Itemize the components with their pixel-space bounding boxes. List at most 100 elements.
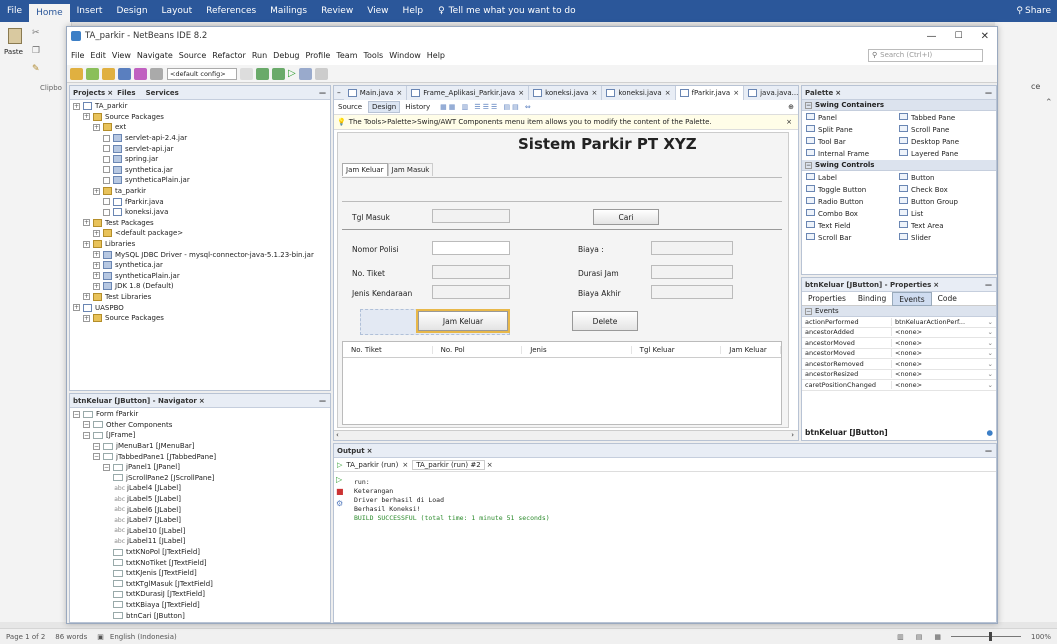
menu-team[interactable]: Team bbox=[336, 51, 357, 60]
close-tab-icon[interactable]: × bbox=[591, 89, 597, 97]
palette-item[interactable]: Text Field bbox=[806, 221, 899, 230]
chevron-down-icon[interactable] bbox=[240, 67, 253, 80]
ribbon-tab-design[interactable]: Design bbox=[109, 6, 154, 16]
palette-item[interactable]: Button bbox=[899, 173, 992, 182]
tree-item[interactable]: + syntheticaPlain.jar bbox=[72, 271, 328, 282]
cari-button[interactable]: Cari bbox=[593, 209, 659, 225]
debug-icon[interactable] bbox=[298, 67, 312, 80]
event-row[interactable]: ancestorRemoved <none> ⌄ bbox=[802, 359, 996, 370]
tree-item[interactable]: + Test Packages bbox=[72, 218, 328, 229]
menu-tools[interactable]: Tools bbox=[364, 51, 384, 60]
tree-item[interactable]: + MySQL JDBC Driver - mysql-connector-jav… bbox=[72, 249, 328, 260]
event-handler[interactable]: <none> bbox=[892, 370, 985, 378]
menu-profile[interactable]: Profile bbox=[305, 51, 330, 60]
editor-tab[interactable]: java.java... bbox=[744, 86, 798, 100]
expand-toggle-icon[interactable]: − bbox=[93, 453, 100, 461]
menu-refactor[interactable]: Refactor bbox=[212, 51, 246, 60]
table-column-header[interactable]: Jenis bbox=[522, 345, 632, 354]
chevron-down-icon[interactable]: ⌄ bbox=[985, 318, 996, 326]
palette-item[interactable]: Scroll Pane bbox=[899, 125, 992, 134]
event-handler[interactable]: <none> bbox=[892, 349, 985, 357]
menu-view[interactable]: View bbox=[112, 51, 131, 60]
expand-toggle-icon[interactable]: + bbox=[73, 304, 80, 312]
tree-item[interactable]: + ta_parkir bbox=[72, 186, 328, 197]
ribbon-tab-help[interactable]: Help bbox=[396, 6, 431, 16]
tab-jam-keluar[interactable]: Jam Keluar bbox=[342, 163, 388, 176]
table-column-header[interactable]: No. Pol bbox=[433, 345, 523, 354]
print-layout-icon[interactable]: ▤ bbox=[916, 633, 923, 641]
jam-keluar-button[interactable]: Jam Keluar bbox=[416, 309, 510, 333]
navigator-item[interactable]: txtKNoTiket [JTextField] bbox=[72, 557, 328, 568]
expand-toggle-icon[interactable]: + bbox=[83, 113, 90, 121]
palette-item[interactable]: Combo Box bbox=[806, 209, 899, 218]
config-select[interactable]: <default config> bbox=[167, 67, 237, 80]
output-tab-run2[interactable]: TA_parkir (run) #2 bbox=[412, 459, 485, 470]
close-tab-icon[interactable]: × bbox=[665, 89, 671, 97]
close-tab-icon[interactable]: × bbox=[733, 89, 739, 97]
tree-item[interactable]: koneksi.java bbox=[72, 207, 328, 218]
navigator-item[interactable]: − jMenuBar1 [JMenuBar] bbox=[72, 441, 328, 452]
expand-toggle-icon[interactable]: + bbox=[93, 187, 100, 195]
clean-build-icon[interactable] bbox=[272, 67, 285, 80]
ribbon-tab-insert[interactable]: Insert bbox=[70, 6, 110, 16]
editor-tab[interactable]: Frame_Aplikasi_Parkir.java × bbox=[407, 86, 530, 100]
properties-tab-properties[interactable]: Properties bbox=[802, 292, 852, 306]
durasi-jam-field[interactable] bbox=[651, 265, 733, 279]
source-tab[interactable]: Source bbox=[338, 103, 362, 111]
event-row[interactable]: actionPerformed btnKeluarActionPerf... ⌄ bbox=[802, 317, 996, 328]
no-tiket-field[interactable] bbox=[432, 265, 510, 279]
navigator-item[interactable]: txtKBiaya [JTextField] bbox=[72, 600, 328, 611]
tree-item[interactable]: servlet-api.jar bbox=[72, 143, 328, 154]
editor-tab[interactable]: Main.java × bbox=[343, 86, 408, 100]
properties-tab-code[interactable]: Code bbox=[932, 292, 963, 306]
event-handler[interactable]: <none> bbox=[892, 381, 985, 389]
palette-item[interactable]: Slider bbox=[899, 233, 992, 242]
navigator-item[interactable]: − Other Components bbox=[72, 420, 328, 431]
expand-toggle-icon[interactable]: + bbox=[93, 272, 100, 280]
expand-toggle-icon[interactable]: − bbox=[83, 431, 90, 439]
tree-item[interactable]: + ext bbox=[72, 122, 328, 133]
expand-toggle-icon[interactable]: − bbox=[93, 442, 100, 450]
nomor-polisi-field[interactable] bbox=[432, 241, 510, 255]
save-all-icon[interactable] bbox=[118, 67, 131, 80]
paste-icon[interactable] bbox=[8, 28, 22, 44]
expand-toggle-icon[interactable] bbox=[103, 145, 110, 153]
expand-toggle-icon[interactable]: + bbox=[83, 240, 90, 248]
expand-toggle-icon[interactable]: + bbox=[93, 251, 100, 259]
close-tab-icon[interactable]: × bbox=[396, 89, 402, 97]
palette-item[interactable]: Tabbed Pane bbox=[899, 113, 992, 122]
chevron-down-icon[interactable]: ⌄ bbox=[985, 381, 996, 389]
ribbon-tab-layout[interactable]: Layout bbox=[155, 6, 200, 16]
minimize-palette-icon[interactable]: — bbox=[985, 89, 992, 97]
palette-item[interactable]: Panel bbox=[806, 113, 899, 122]
maximize-button[interactable]: ☐ bbox=[955, 31, 963, 41]
menu-navigate[interactable]: Navigate bbox=[137, 51, 173, 60]
chevron-down-icon[interactable]: ⌄ bbox=[985, 360, 996, 368]
expand-toggle-icon[interactable]: + bbox=[83, 219, 90, 227]
navigator-item[interactable]: txtKNoPol [JTextField] bbox=[72, 547, 328, 558]
expand-toggle-icon[interactable]: + bbox=[93, 282, 100, 290]
chevron-down-icon[interactable]: ⌄ bbox=[985, 349, 996, 357]
tab-scroll-left-icon[interactable]: – bbox=[334, 88, 344, 97]
zoom-level[interactable]: 100% bbox=[1031, 633, 1051, 641]
palette-item[interactable]: List bbox=[899, 209, 992, 218]
settings-icon[interactable]: ⚙ bbox=[336, 498, 348, 510]
jenis-kendaraan-field[interactable] bbox=[432, 285, 510, 299]
event-row[interactable]: ancestorMoved <none> ⌄ bbox=[802, 338, 996, 349]
tree-item[interactable]: synthetica.jar bbox=[72, 165, 328, 176]
rerun-side-icon[interactable]: ▷ bbox=[336, 474, 348, 486]
ribbon-tab-file[interactable]: File bbox=[0, 6, 29, 16]
history-tab[interactable]: History bbox=[405, 103, 430, 111]
proofing-icon[interactable]: ▣ bbox=[97, 633, 104, 641]
run-icon[interactable]: ▷ bbox=[288, 68, 296, 79]
tgl-masuk-field[interactable] bbox=[432, 209, 510, 223]
profile-icon[interactable] bbox=[314, 67, 328, 80]
tree-item[interactable]: + Test Libraries bbox=[72, 292, 328, 303]
ribbon-tab-view[interactable]: View bbox=[360, 6, 395, 16]
expand-toggle-icon[interactable]: + bbox=[73, 102, 80, 110]
table-column-header[interactable]: No. Tiket bbox=[343, 345, 433, 354]
chevron-down-icon[interactable]: ⌄ bbox=[985, 370, 996, 378]
tell-me-input[interactable]: Tell me what you want to do bbox=[449, 6, 576, 16]
event-handler[interactable]: btnKeluarActionPerf... bbox=[892, 318, 985, 326]
expand-toggle-icon[interactable] bbox=[103, 208, 110, 216]
